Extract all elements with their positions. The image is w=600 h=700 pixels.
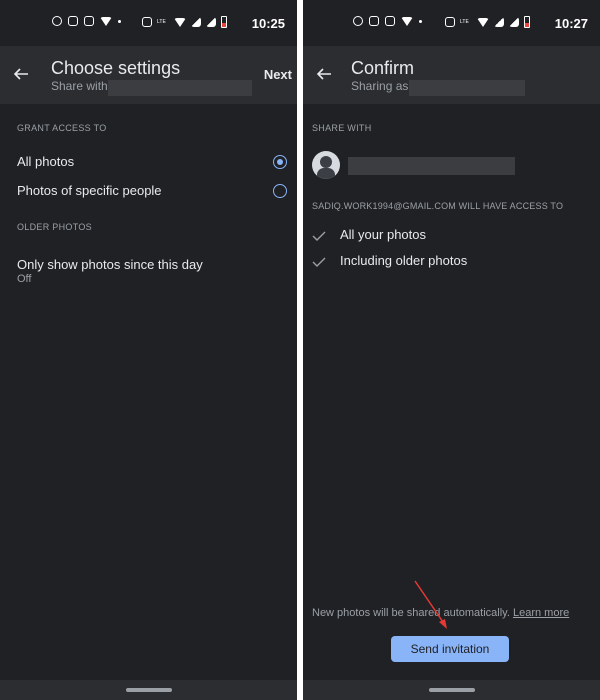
notification-icons bbox=[52, 16, 121, 26]
more-notifications-dot bbox=[118, 19, 121, 23]
whatsapp-icon bbox=[52, 16, 62, 26]
vibrate-icon bbox=[445, 17, 455, 27]
only-show-since-setting[interactable]: Only show photos since this day bbox=[17, 257, 203, 272]
instagram-icon bbox=[68, 16, 78, 26]
notification-icons bbox=[353, 16, 422, 26]
radio-unselected[interactable] bbox=[273, 184, 287, 198]
home-handle[interactable] bbox=[428, 688, 475, 692]
access-item-label: All your photos bbox=[340, 227, 426, 242]
confirm-screen: LTE 10:27 Confirm Sharing as SHARE WITH … bbox=[303, 0, 600, 700]
radio-selected[interactable] bbox=[273, 155, 287, 169]
app-bar: Choose settings Share with Next bbox=[0, 46, 297, 104]
signal-icon bbox=[494, 17, 504, 27]
choose-settings-screen: LTE 10:25 Choose settings Share with Nex… bbox=[0, 0, 297, 700]
instagram-icon bbox=[84, 16, 94, 26]
signal-icon bbox=[191, 17, 201, 27]
auto-share-text: New photos will be shared automatically. bbox=[312, 607, 510, 619]
system-icons: LTE bbox=[142, 16, 227, 28]
status-time: 10:25 bbox=[251, 16, 285, 31]
whatsapp-icon bbox=[353, 16, 363, 26]
system-icons: LTE bbox=[445, 16, 530, 28]
back-arrow-icon[interactable] bbox=[13, 66, 29, 82]
access-item-label: Including older photos bbox=[340, 253, 468, 268]
check-icon bbox=[312, 229, 326, 241]
volte-icon: LTE bbox=[157, 18, 166, 25]
vibrate-icon bbox=[142, 17, 152, 27]
tiktok-icon bbox=[401, 16, 413, 26]
avatar bbox=[312, 151, 340, 179]
more-notifications-dot bbox=[419, 19, 422, 23]
learn-more-link[interactable]: Learn more bbox=[513, 607, 569, 619]
tiktok-icon bbox=[100, 16, 112, 26]
wifi-icon bbox=[174, 17, 186, 27]
page-subtitle: Sharing as bbox=[351, 79, 409, 93]
redacted-recipient-name bbox=[348, 157, 515, 175]
auto-share-note: New photos will be shared automatically.… bbox=[312, 607, 569, 619]
option-label: Photos of specific people bbox=[17, 183, 162, 198]
gesture-nav-bar bbox=[303, 680, 600, 700]
status-bar: LTE 10:25 bbox=[0, 0, 297, 46]
battery-icon bbox=[221, 16, 227, 28]
option-all-photos[interactable]: All photos bbox=[0, 147, 297, 177]
avatar-head bbox=[320, 156, 332, 168]
volte-icon: LTE bbox=[460, 18, 469, 25]
page-title: Choose settings bbox=[51, 58, 181, 78]
battery-icon bbox=[524, 16, 530, 28]
option-specific-people[interactable]: Photos of specific people bbox=[0, 176, 297, 206]
annotation-arrow-icon bbox=[414, 580, 447, 629]
status-time: 10:27 bbox=[554, 16, 588, 31]
instagram-icon bbox=[385, 16, 395, 26]
check-icon bbox=[312, 255, 326, 267]
page-subtitle: Share with bbox=[51, 79, 108, 93]
home-handle[interactable] bbox=[125, 688, 172, 692]
option-label: All photos bbox=[17, 154, 75, 169]
share-with-label: SHARE WITH bbox=[312, 123, 372, 133]
avatar-body bbox=[317, 168, 335, 179]
page-title: Confirm bbox=[351, 58, 415, 78]
redacted-recipient bbox=[108, 80, 252, 96]
only-show-since-value: Off bbox=[17, 273, 32, 285]
status-bar: LTE 10:27 bbox=[303, 0, 600, 46]
back-arrow-icon[interactable] bbox=[316, 66, 332, 82]
instagram-icon bbox=[369, 16, 379, 26]
send-invitation-button[interactable]: Send invitation bbox=[391, 636, 509, 662]
wifi-icon bbox=[477, 17, 489, 27]
signal-icon bbox=[206, 17, 216, 27]
gesture-nav-bar bbox=[0, 680, 297, 700]
app-bar: Confirm Sharing as bbox=[303, 46, 600, 104]
older-photos-label: OLDER PHOTOS bbox=[17, 222, 92, 232]
access-label: SADIQ.WORK1994@GMAIL.COM WILL HAVE ACCES… bbox=[312, 201, 564, 211]
redacted-account bbox=[409, 80, 525, 96]
signal-icon bbox=[509, 17, 519, 27]
grant-access-label: GRANT ACCESS TO bbox=[17, 123, 107, 133]
next-button[interactable]: Next bbox=[264, 67, 292, 82]
